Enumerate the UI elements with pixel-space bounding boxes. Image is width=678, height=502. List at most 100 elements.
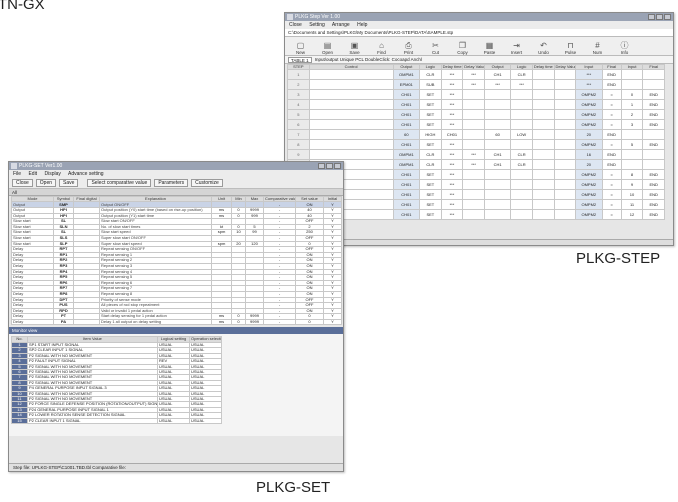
table-cell[interactable]: OMPM2 [575, 119, 603, 131]
step-number[interactable]: 5 [287, 109, 310, 121]
table-select[interactable]: TABLE 1 [288, 56, 312, 63]
table-cell[interactable]: 8 [620, 169, 644, 181]
table-cell[interactable]: END [642, 109, 665, 121]
table-cell[interactable]: OMPM2 [575, 209, 603, 221]
table-cell[interactable] [531, 189, 555, 201]
table-cell[interactable] [531, 109, 555, 121]
table-cell[interactable]: *** [440, 109, 464, 121]
table-cell[interactable] [531, 89, 555, 101]
table-cell[interactable]: CLR [419, 69, 442, 81]
menu-setting[interactable]: Setting [309, 22, 325, 28]
table-cell[interactable]: 60 [483, 129, 512, 141]
table-cell[interactable]: SET [419, 189, 442, 201]
table-cell[interactable] [620, 149, 644, 161]
table-cell[interactable]: OMPM1 [392, 149, 421, 161]
table-cell[interactable] [462, 89, 485, 101]
table-cell[interactable] [531, 159, 555, 171]
table-cell[interactable]: END [642, 139, 665, 151]
table-cell[interactable]: CLR [510, 69, 533, 81]
table-cell[interactable] [531, 139, 555, 151]
table-cell[interactable]: LOW [510, 129, 533, 141]
table-cell[interactable]: CH1 [483, 149, 512, 161]
toolbar-button-1[interactable]: ▤ Open [314, 38, 341, 55]
table-cell[interactable]: 60 [392, 129, 421, 141]
table-cell[interactable]: CH01 [392, 139, 421, 151]
maximize-icon[interactable] [326, 163, 333, 169]
list-item[interactable]: 15 P2 CLEAR INPUT 1 SIGNAL USUAL USUAL [11, 417, 222, 425]
table-row[interactable]: 9 OMPM1 CLR *** *** CH1 CLR 16 END [287, 149, 665, 161]
table-cell[interactable] [462, 169, 485, 181]
minimize-icon[interactable] [318, 163, 325, 169]
table-cell[interactable]: CH1 [483, 69, 512, 81]
table-cell[interactable] [531, 179, 555, 191]
table-row[interactable]: 7 60 HIGH CH01 60 LOW 20 END [287, 129, 665, 141]
table-cell[interactable]: *** [440, 189, 464, 201]
table-cell[interactable]: SET [419, 199, 442, 211]
table-row[interactable]: 2 EPM01 SUB *** *** *** *** *** END [287, 79, 665, 91]
table-cell[interactable] [462, 139, 485, 151]
table-cell[interactable]: = [601, 189, 622, 201]
table-cell[interactable]: *** [462, 79, 485, 91]
table-cell[interactable]: 16 [575, 149, 603, 161]
table-cell[interactable] [642, 159, 665, 171]
table-row[interactable]: 10OMPM1CLR******CH1CLR20END [287, 159, 665, 171]
table-cell[interactable]: EPM01 [392, 79, 421, 91]
table-cell[interactable] [483, 169, 512, 181]
table-cell[interactable]: 5 [620, 139, 644, 151]
table-cell[interactable]: *** [440, 199, 464, 211]
table-cell[interactable] [510, 179, 533, 191]
column-header[interactable]: Delay Value [553, 63, 577, 71]
table-cell[interactable] [462, 199, 485, 211]
table-cell[interactable]: OMPM2 [575, 179, 603, 191]
table-cell[interactable]: *** [462, 69, 485, 81]
table-cell[interactable] [308, 119, 394, 131]
menu-advance-setting[interactable]: Advance setting [68, 171, 104, 177]
table-cell[interactable]: = [601, 109, 622, 121]
table-cell[interactable]: *** [440, 139, 464, 151]
close-button[interactable]: Close [12, 179, 33, 187]
table-cell[interactable]: *** [440, 159, 464, 171]
table-cell[interactable]: *** [483, 79, 512, 91]
table-cell[interactable]: SET [419, 119, 442, 131]
menu-help[interactable]: Help [357, 22, 367, 28]
table-cell[interactable]: = [601, 139, 622, 151]
table-row[interactable]: 14CH01SET***OMPM2=11END [287, 199, 665, 211]
step-number[interactable]: 6 [287, 119, 310, 131]
table-cell[interactable]: CH01 [392, 119, 421, 131]
table-cell[interactable]: *** [440, 179, 464, 191]
table-cell[interactable]: SUB [419, 79, 442, 91]
menu-arrange[interactable]: Arrange [332, 22, 350, 28]
table-cell[interactable] [553, 109, 577, 121]
table-cell-val[interactable]: 0 [295, 318, 324, 326]
table-cell[interactable]: *** [440, 209, 464, 221]
table-row[interactable]: 6 CH01 SET *** OMPM2 = 3 END [287, 119, 665, 131]
table-cell[interactable]: CLR [419, 159, 442, 171]
parameters-button[interactable]: Parameters [154, 179, 189, 187]
table-cell[interactable]: *** [440, 169, 464, 181]
table-cell[interactable] [308, 79, 394, 91]
save-button[interactable]: Save [59, 179, 79, 187]
table-cell[interactable]: OMPM2 [575, 89, 603, 101]
table-cell[interactable]: 10 [620, 189, 644, 201]
table-cell[interactable] [553, 169, 577, 181]
table-cell[interactable] [531, 69, 555, 81]
table-cell[interactable]: OMPM1 [392, 159, 421, 171]
table-cell[interactable] [462, 189, 485, 201]
table-cell[interactable]: CH1 [483, 159, 512, 171]
table-cell[interactable]: = [601, 89, 622, 101]
table-cell[interactable] [483, 139, 512, 151]
table-cell[interactable] [483, 199, 512, 211]
table-cell[interactable]: OMPM2 [575, 109, 603, 121]
toolbar-button-6[interactable]: ❐ Copy [449, 38, 476, 55]
table-cell[interactable]: 2 [620, 109, 644, 121]
table-cell[interactable]: SET [419, 179, 442, 191]
table-cell[interactable] [531, 199, 555, 211]
select-comparative-value-button[interactable]: Select comparative value [87, 179, 152, 187]
table-cell[interactable] [553, 159, 577, 171]
close-icon[interactable] [664, 14, 671, 20]
column-header[interactable]: Delay time [531, 63, 555, 71]
toolbar-button-5[interactable]: ✂ Cut [422, 38, 449, 55]
table-cell[interactable] [531, 79, 555, 91]
close-icon[interactable] [334, 163, 341, 169]
table-cell[interactable]: 20 [575, 159, 603, 171]
